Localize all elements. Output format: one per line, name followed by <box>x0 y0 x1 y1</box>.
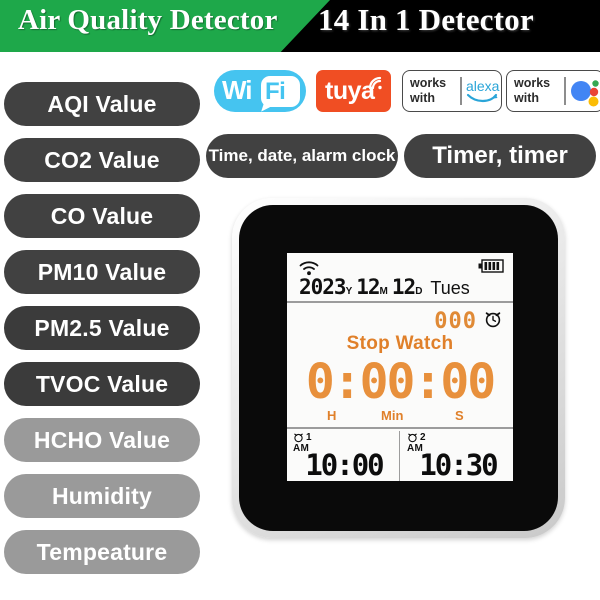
lcd-countdown-digits: 000 <box>434 309 477 334</box>
lcd-status-row: 2023 Y 12 M 12 D Tues <box>287 253 513 301</box>
wifi-badge: Wi Fi <box>214 70 306 112</box>
works-with-google-line2: with <box>514 91 539 105</box>
lcd-date-month: 12 <box>356 275 380 299</box>
lcd-alarm-1-index: 1 <box>306 432 312 443</box>
lcd-unit-minutes: Min <box>381 408 404 423</box>
alarm-clock-icon <box>408 433 417 443</box>
feature-pill-pm10-value[interactable]: PM10 Value <box>4 250 200 294</box>
lcd-alarm-1-head: 1 <box>293 432 312 443</box>
lcd-unit-seconds: S <box>455 408 464 423</box>
tuya-signal-icon <box>368 76 382 90</box>
works-with-alexa-badge: works with alexa <box>402 70 502 112</box>
lcd-date-day-unit: D <box>415 286 423 297</box>
row-pill-1[interactable]: Timer, timer <box>404 134 596 178</box>
lcd-stopwatch-title: Stop Watch <box>346 333 454 354</box>
header-title-left: Air Quality Detector <box>18 4 278 36</box>
works-with-alexa-text: works with <box>410 76 446 106</box>
lcd-stopwatch-units: H Min S <box>287 408 513 424</box>
feature-pill-co2-value[interactable]: CO2 Value <box>4 138 200 182</box>
lcd-date-month-unit: M <box>379 286 388 297</box>
device-bezel: 2023 Y 12 M 12 D Tues 000 Stop Watch 0:0… <box>239 205 558 531</box>
lcd-alarm-1-time: 10:00 <box>305 448 384 481</box>
feature-pill-pm2-5-value[interactable]: PM2.5 Value <box>4 306 200 350</box>
lcd-date-year: 2023 <box>299 275 347 299</box>
header-banner: Air Quality Detector 14 In 1 Detector <box>0 0 600 57</box>
google-assistant-icon <box>571 80 599 107</box>
lcd-divider-bottom <box>287 427 513 429</box>
lcd-alarm-2-time: 10:30 <box>419 448 498 481</box>
feature-pill-aqi-value[interactable]: AQI Value <box>4 82 200 126</box>
lcd-divider-top <box>287 301 513 303</box>
lcd-date-day: 12 <box>391 275 416 299</box>
feature-pill-hcho-value[interactable]: HCHO Value <box>4 418 200 462</box>
lcd-date-weekday: Tues <box>430 278 470 298</box>
feature-pill-co-value[interactable]: CO Value <box>4 194 200 238</box>
wifi-badge-text-fi: Fi <box>265 78 286 105</box>
row-pill-0[interactable]: Time, date, alarm clock <box>206 134 398 178</box>
feature-pill-tvoc-value[interactable]: TVOC Value <box>4 362 200 406</box>
lcd-alarm-2-head: 2 <box>407 432 426 443</box>
feature-pill-tempeature[interactable]: Tempeature <box>4 530 200 574</box>
works-with-alexa-line2: with <box>410 91 435 105</box>
header-bottom-strip <box>0 52 600 57</box>
lcd-alarm-2-index: 2 <box>420 432 426 443</box>
tuya-badge: tuya <box>316 70 391 112</box>
lcd-alarm-2: 2 AM 10:30 <box>401 430 513 481</box>
alarm-clock-icon <box>485 312 501 328</box>
works-with-google-text: works with <box>514 76 550 106</box>
feature-pill-humidity[interactable]: Humidity <box>4 474 200 518</box>
wifi-badge-text-wi: Wi <box>222 75 253 105</box>
lcd-stopwatch-time: 0:00:00 <box>305 354 496 410</box>
alarm-clock-icon <box>294 433 303 443</box>
lcd-alarm-1: 1 AM 10:00 <box>287 430 399 481</box>
alexa-logo-icon: alexa <box>466 78 499 106</box>
works-with-alexa-line1: works <box>410 76 447 90</box>
works-with-alexa-divider <box>460 77 462 105</box>
detector-device: 2023 Y 12 M 12 D Tues 000 Stop Watch 0:0… <box>232 198 565 538</box>
works-with-google-badge: works with <box>506 70 600 112</box>
lcd-screen: 2023 Y 12 M 12 D Tues 000 Stop Watch 0:0… <box>287 253 513 481</box>
works-with-google-line1: works <box>514 76 551 90</box>
lcd-date-line: 2023 Y 12 M 12 D Tues <box>299 271 513 299</box>
header-title-right: 14 In 1 Detector <box>318 2 534 37</box>
lcd-date-year-unit: Y <box>345 286 353 297</box>
lcd-unit-hours: H <box>327 408 337 423</box>
works-with-google-divider <box>564 77 566 105</box>
